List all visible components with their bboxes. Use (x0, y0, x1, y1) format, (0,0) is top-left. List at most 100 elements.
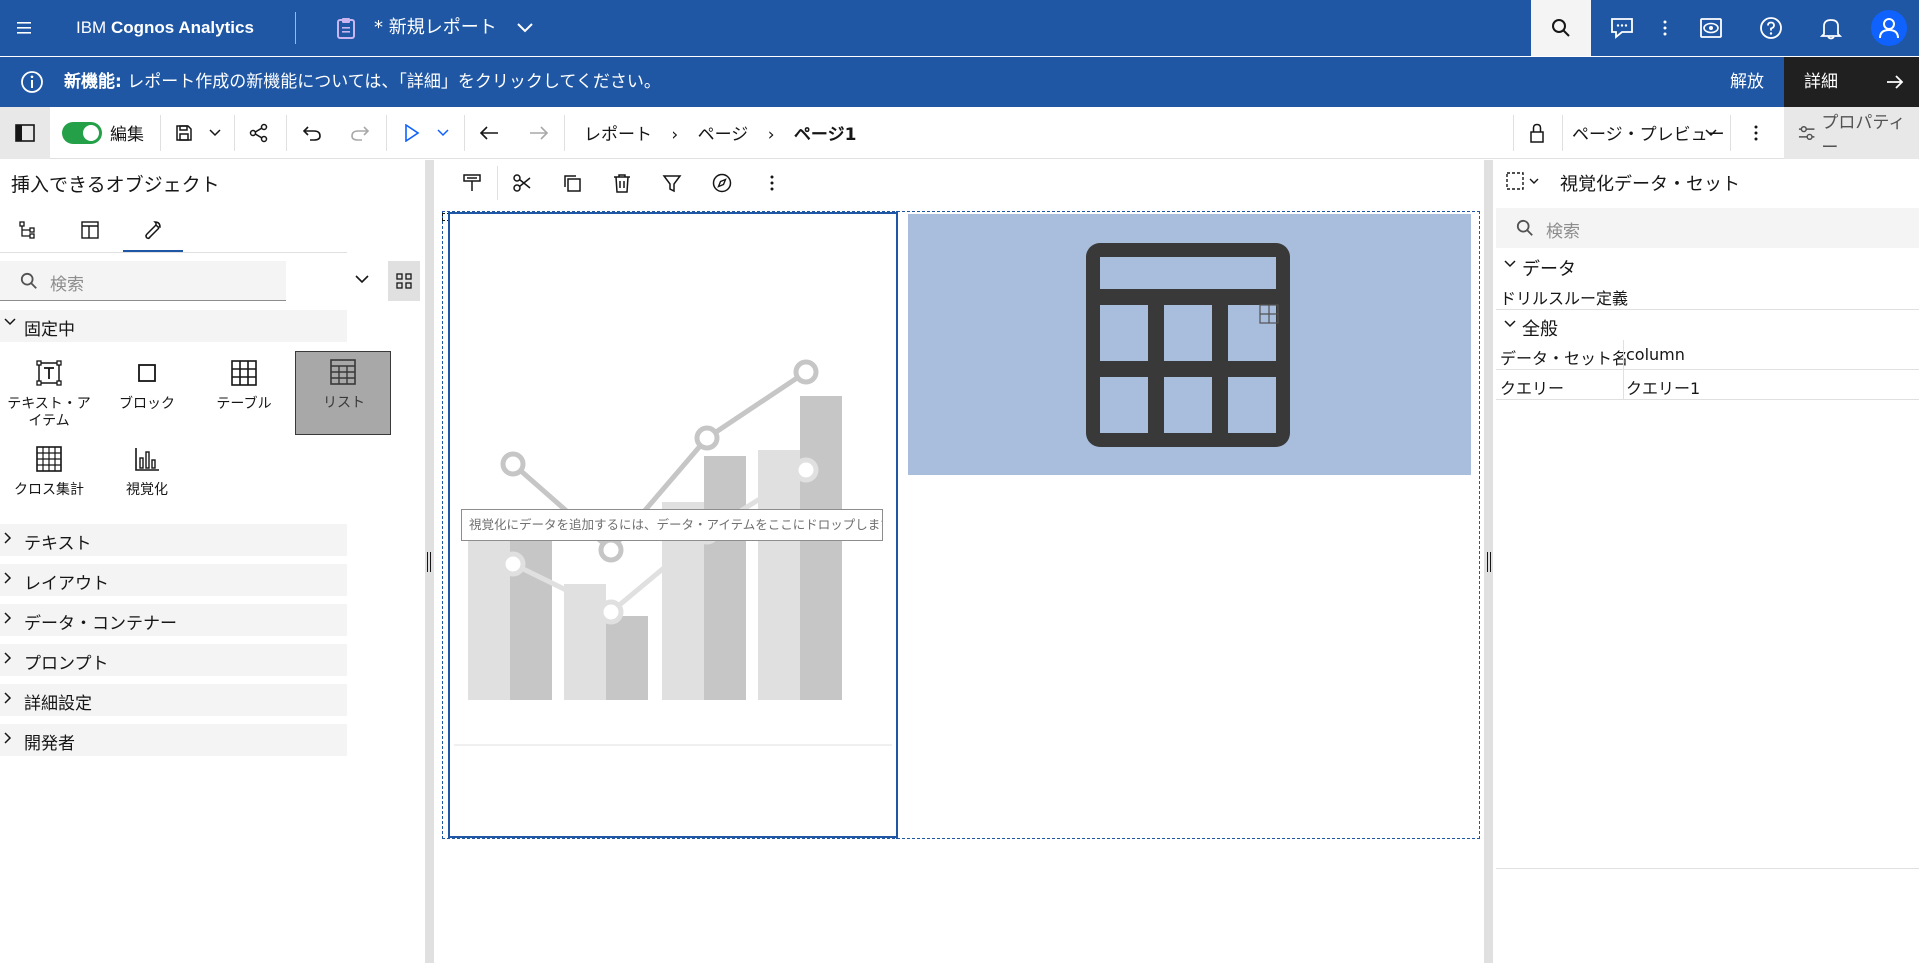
notification-bell-icon[interactable] (1801, 0, 1861, 56)
tile-list[interactable]: リスト (295, 351, 391, 435)
section-label: 固定中 (24, 320, 75, 340)
hamburger-menu-icon[interactable] (0, 0, 54, 56)
chevron-right-icon (4, 652, 12, 664)
section-label: テキスト (24, 534, 92, 554)
section-advanced[interactable]: 詳細設定 (0, 684, 347, 716)
page-preview-chevron-icon[interactable] (1700, 107, 1722, 159)
side-panel-icon (15, 124, 35, 142)
info-icon (20, 70, 44, 94)
select-ancestor-icon[interactable] (1506, 172, 1542, 190)
grid-view-button[interactable] (388, 261, 420, 301)
dismiss-button[interactable]: 解放 (1710, 57, 1784, 107)
undo-icon[interactable] (292, 107, 332, 159)
breadcrumb-current: ページ1 (793, 125, 857, 145)
search-icon (20, 272, 37, 289)
forward-arrow-icon[interactable] (518, 107, 560, 159)
block-icon (138, 364, 156, 382)
share-icon[interactable] (238, 107, 280, 159)
info-banner: 新機能: レポート作成の新機能については、「詳細」をクリックしてください。 解放… (0, 57, 1919, 107)
breadcrumb-report[interactable]: レポート (584, 125, 652, 145)
delete-icon[interactable] (597, 160, 647, 206)
run-icon[interactable] (394, 107, 430, 159)
save-icon[interactable] (166, 107, 202, 159)
property-value: クエリー1 (1626, 379, 1701, 398)
left-splitter-handle-icon[interactable] (427, 552, 431, 572)
property-row[interactable]: ドリルスルー定義 (1496, 280, 1919, 310)
tile-block[interactable]: ブロック (99, 352, 195, 436)
right-splitter-handle-icon[interactable] (1487, 552, 1491, 572)
group-data[interactable]: データ (1496, 252, 1919, 280)
chevron-down-icon (4, 318, 16, 326)
small-table-icon (1259, 304, 1279, 324)
chevron-down-icon[interactable] (498, 0, 552, 56)
properties-button[interactable]: プロパティー (1784, 107, 1919, 159)
report-title[interactable]: * 新規レポート (374, 0, 497, 56)
toggle-panel-button[interactable] (0, 107, 50, 159)
product-name: IBM Cognos Analytics (76, 18, 254, 37)
group-general[interactable]: 全般 (1496, 312, 1919, 340)
details-button[interactable]: 詳細 (1784, 57, 1919, 107)
filter-icon[interactable] (647, 160, 697, 206)
back-arrow-icon[interactable] (468, 107, 510, 159)
tile-visualization[interactable]: 視覚化 (99, 438, 195, 522)
chevron-right-icon (4, 732, 12, 744)
edit-toggle[interactable] (62, 122, 102, 144)
chevron-right-icon (4, 532, 12, 544)
property-row[interactable]: クエリー クエリー1 (1496, 370, 1919, 400)
redo-icon[interactable] (340, 107, 380, 159)
breadcrumb-page[interactable]: ページ (698, 125, 749, 145)
group-label: 全般 (1522, 319, 1558, 340)
chevron-down-icon (1504, 320, 1516, 328)
tile-label: テーブル (216, 396, 272, 412)
panel-title: 挿入できるオブジェクト (11, 174, 220, 196)
search-placeholder: 検索 (1546, 222, 1580, 242)
user-avatar[interactable] (1859, 0, 1919, 56)
section-data-container[interactable]: データ・コンテナー (0, 604, 347, 636)
run-options-chevron-icon[interactable] (432, 107, 454, 159)
canvas-more-options-icon[interactable] (747, 160, 797, 206)
tile-label: テキスト・アイテム (7, 396, 91, 429)
section-developer[interactable]: 開発者 (0, 724, 347, 756)
section-text[interactable]: テキスト (0, 524, 347, 556)
cut-icon[interactable] (497, 160, 547, 206)
toolbox-tab-icon[interactable] (143, 220, 163, 240)
explore-compass-icon[interactable] (697, 160, 747, 206)
breadcrumb: レポート › ページ › ページ1 (584, 120, 856, 145)
chevron-down-icon (1504, 260, 1516, 268)
crosstab-icon (36, 446, 62, 472)
copy-icon[interactable] (547, 160, 597, 206)
search-filter-chevron-icon[interactable] (355, 275, 369, 284)
properties-panel: 視覚化データ・セット 検索 データ ドリルスルー定義 全般 データ・セット名 c… (1496, 160, 1919, 963)
object-search: 検索 (0, 261, 369, 301)
data-tree-tab-icon[interactable] (18, 220, 38, 240)
help-icon[interactable] (1741, 0, 1801, 56)
section-layout[interactable]: レイアウト (0, 564, 347, 596)
tile-text-item[interactable]: テキスト・アイテム (1, 352, 97, 436)
section-label: 開発者 (24, 734, 75, 754)
tile-crosstab[interactable]: クロス集計 (1, 438, 97, 522)
viz-footer-divider (454, 744, 892, 746)
properties-search-input[interactable]: 検索 (1496, 208, 1919, 248)
section-pinned[interactable]: 固定中 (0, 310, 347, 342)
property-value: column (1626, 345, 1685, 364)
top-bar: IBM Cognos Analytics * 新規レポート (0, 0, 1919, 56)
search-button[interactable] (1531, 0, 1591, 56)
lock-icon[interactable] (1516, 107, 1558, 159)
chevron-right-icon (4, 572, 12, 584)
section-prompt[interactable]: プロンプト (0, 644, 347, 676)
save-options-chevron-icon[interactable] (204, 107, 226, 159)
tile-table[interactable]: テーブル (196, 352, 292, 436)
format-painter-icon[interactable] (447, 160, 497, 206)
tile-label: 視覚化 (126, 482, 168, 498)
property-row[interactable]: データ・セット名 column (1496, 340, 1919, 370)
pages-tab-icon[interactable] (81, 221, 99, 239)
property-key: データ・セット名 (1500, 349, 1629, 368)
table-icon (231, 360, 257, 386)
search-input[interactable]: 検索 (0, 261, 286, 301)
more-options-icon[interactable] (1736, 107, 1776, 159)
section-label: プロンプト (24, 654, 109, 674)
property-key: ドリルスルー定義 (1500, 289, 1629, 308)
watch-view-icon[interactable] (1681, 0, 1741, 56)
details-label: 詳細 (1804, 72, 1838, 92)
table-placeholder[interactable] (908, 214, 1471, 475)
